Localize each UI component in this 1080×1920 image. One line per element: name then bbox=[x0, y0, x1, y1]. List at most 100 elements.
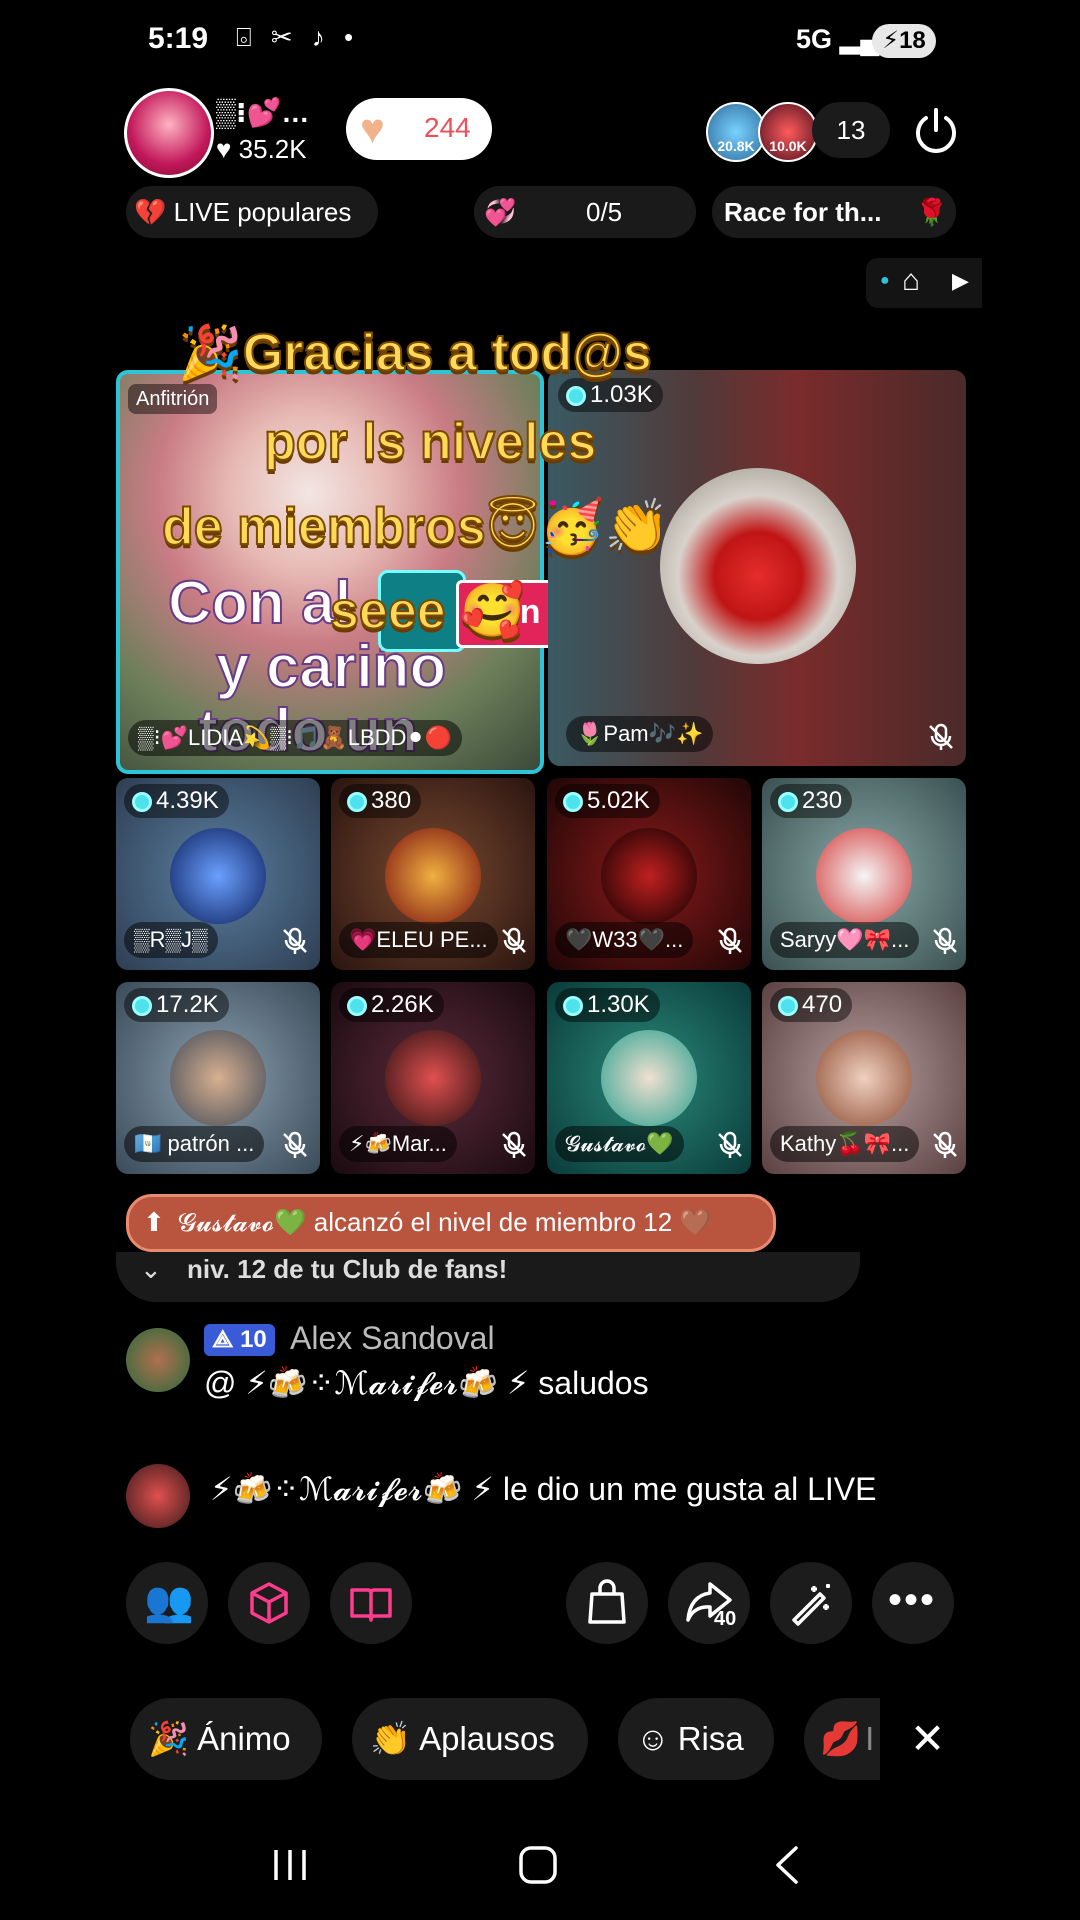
host-tile-names: ▒⁝💕LIDIA💫▒⁝🎵🧸LBDD⚫🔴 bbox=[128, 720, 463, 756]
host-role-badge: Anfitrión bbox=[128, 384, 218, 414]
live-popular-label: LIVE populares bbox=[173, 197, 352, 227]
reaction-laugh-button[interactable]: ☺ Risa bbox=[618, 1698, 774, 1780]
effects-button[interactable] bbox=[228, 1562, 310, 1644]
host-sign-line: Con al bbox=[167, 568, 352, 637]
guest-name: ▒R▒J▒ bbox=[124, 922, 218, 958]
shopping-bag-icon bbox=[588, 1579, 626, 1624]
reaction-kiss-button[interactable]: 💋 I bbox=[804, 1698, 880, 1780]
hearts-icon: 💞 bbox=[484, 197, 517, 227]
mic-muted-icon bbox=[933, 927, 957, 954]
guest-tile[interactable]: 2.26K ⚡🍻Mar... bbox=[331, 982, 535, 1174]
guest-tile[interactable]: 17.2K 🇬🇹 patrón ... bbox=[116, 982, 320, 1174]
user-level-badge: ⟁ 10 bbox=[204, 1324, 275, 1356]
mic-muted-icon bbox=[502, 1131, 526, 1158]
comment-text: @ ⚡🍻⁘ℳ𝓪𝓻𝓲𝓯𝓮𝓻🍻 ⚡ saludos bbox=[204, 1365, 649, 1401]
guest-tile[interactable]: 5.02K 🖤W33🖤... bbox=[547, 778, 751, 970]
people-icon: 👥 bbox=[144, 1580, 194, 1624]
top-viewer-avatar[interactable]: 10.0K bbox=[758, 102, 818, 162]
coin-count: 230 bbox=[802, 787, 843, 814]
play-icon[interactable]: ▶ bbox=[952, 268, 969, 294]
comment-avatar[interactable] bbox=[126, 1464, 190, 1528]
top-viewer-avatar[interactable]: 20.8K bbox=[706, 102, 766, 162]
roses-icon: 🌹 bbox=[915, 197, 948, 227]
shop-button[interactable] bbox=[566, 1562, 648, 1644]
guests-button[interactable]: 👥 bbox=[126, 1562, 208, 1644]
coin-icon bbox=[563, 792, 583, 812]
race-chip[interactable]: Race for th... 🌹 bbox=[712, 186, 956, 238]
coin-badge: 2.26K bbox=[339, 988, 444, 1022]
coin-icon bbox=[778, 792, 798, 812]
member-level-notice: ⬆ 𝓖𝓾𝓼𝓽𝓪𝓿𝓸💚 alcanzó el nivel de miembro 1… bbox=[126, 1194, 776, 1252]
host-avatar[interactable] bbox=[124, 88, 214, 178]
home-icon[interactable] bbox=[508, 1838, 568, 1892]
dot-indicator-icon: ● bbox=[880, 272, 890, 289]
goal-progress: 0/5 bbox=[586, 197, 623, 227]
mic-muted-icon bbox=[283, 927, 307, 954]
share-count: 40 bbox=[714, 1608, 737, 1630]
reaction-label: Risa bbox=[677, 1720, 744, 1757]
book-button[interactable] bbox=[330, 1562, 412, 1644]
reaction-cheer-button[interactable]: 🎉 Ánimo bbox=[130, 1698, 322, 1780]
overlay-text-line: por ls niveles bbox=[263, 412, 597, 472]
coin-icon bbox=[132, 996, 152, 1016]
guest-avatar bbox=[385, 828, 481, 924]
close-icon[interactable]: ✕ bbox=[910, 1716, 945, 1762]
goal-chip[interactable]: 💞 0/5 bbox=[474, 186, 696, 238]
coin-badge: 470 bbox=[770, 988, 853, 1022]
coin-badge: 1.30K bbox=[555, 988, 660, 1022]
guest-tile[interactable]: 470 Kathy🍒🎀... bbox=[762, 982, 966, 1174]
guest-avatar bbox=[816, 1030, 912, 1126]
comment-avatar[interactable] bbox=[126, 1328, 190, 1392]
coin-count: 470 bbox=[802, 991, 843, 1018]
fan-club-text: niv. 12 de tu Club de fans! bbox=[187, 1254, 508, 1284]
guest-name: 🖤W33🖤... bbox=[555, 922, 694, 958]
share-button[interactable]: 40 bbox=[668, 1562, 750, 1644]
fan-club-banner: ⌄ niv. 12 de tu Club de fans! bbox=[116, 1252, 860, 1302]
reaction-label: Aplausos bbox=[419, 1720, 555, 1757]
live-popular-chip[interactable]: 💔 LIVE populares bbox=[126, 186, 378, 238]
power-icon[interactable] bbox=[910, 104, 962, 156]
back-icon[interactable] bbox=[758, 1838, 818, 1892]
coin-count: 1.03K bbox=[590, 381, 653, 408]
more-dots-icon: ••• bbox=[888, 1578, 937, 1622]
more-button[interactable]: ••• bbox=[872, 1562, 954, 1644]
host-likes: ♥ 35.2K bbox=[216, 134, 307, 164]
coin-badge: 380 bbox=[339, 784, 422, 818]
mic-muted-icon bbox=[929, 723, 953, 750]
guest-name: Saryy🩷🎀... bbox=[770, 922, 920, 958]
mic-muted-icon bbox=[718, 927, 742, 954]
guest-avatar bbox=[170, 828, 266, 924]
mini-controls[interactable]: ● ⌂ ▶ bbox=[866, 258, 982, 308]
coin-count: 17.2K bbox=[156, 991, 219, 1018]
level-triangle-icon: ⟁ bbox=[212, 1326, 241, 1353]
battery-level: 18 bbox=[899, 27, 926, 54]
coin-icon bbox=[778, 996, 798, 1016]
reaction-applause-button[interactable]: 👏 Aplausos bbox=[352, 1698, 588, 1780]
guest-avatar bbox=[601, 1030, 697, 1126]
reaction-label: I bbox=[865, 1720, 875, 1757]
smile-icon: ☺ bbox=[636, 1720, 670, 1757]
guest-avatar bbox=[601, 828, 697, 924]
viewer-count[interactable]: 13 bbox=[812, 102, 890, 158]
magic-button[interactable] bbox=[770, 1562, 852, 1644]
guest-tile[interactable]: 1.30K 𝓖𝓾𝓼𝓽𝓪𝓿𝓸💚 bbox=[547, 982, 751, 1174]
heart-icon: ♥ bbox=[360, 105, 385, 152]
recent-apps-icon[interactable] bbox=[260, 1838, 320, 1892]
coin-count: 4.39K bbox=[156, 787, 219, 814]
guest-avatar bbox=[660, 468, 856, 664]
host-name[interactable]: ▒⁝💕… bbox=[216, 96, 309, 129]
party-popper-icon: 🎉 bbox=[148, 1720, 190, 1757]
guest-name: 𝓖𝓾𝓼𝓽𝓪𝓿𝓸💚 bbox=[555, 1126, 684, 1162]
guest-tile[interactable]: 4.39K ▒R▒J▒ bbox=[116, 778, 320, 970]
coin-icon bbox=[347, 996, 367, 1016]
race-label: Race for th... bbox=[724, 197, 882, 227]
home-icon[interactable]: ⌂ bbox=[902, 264, 920, 298]
guest-name: 🇬🇹 patrón ... bbox=[124, 1126, 265, 1162]
overlay-text-line: seee 🥰 bbox=[329, 581, 526, 641]
comment-author[interactable]: Alex Sandoval bbox=[290, 1320, 495, 1357]
guest-name: 🌷Pam🎶✨ bbox=[566, 716, 714, 752]
overlay-text-line: de miembros😇🥳👏 bbox=[161, 497, 670, 557]
guest-tile[interactable]: 380 💗ELEU PE... bbox=[331, 778, 535, 970]
guest-tile[interactable]: 230 Saryy🩷🎀... bbox=[762, 778, 966, 970]
broken-heart-icon: 💔 bbox=[134, 197, 167, 227]
